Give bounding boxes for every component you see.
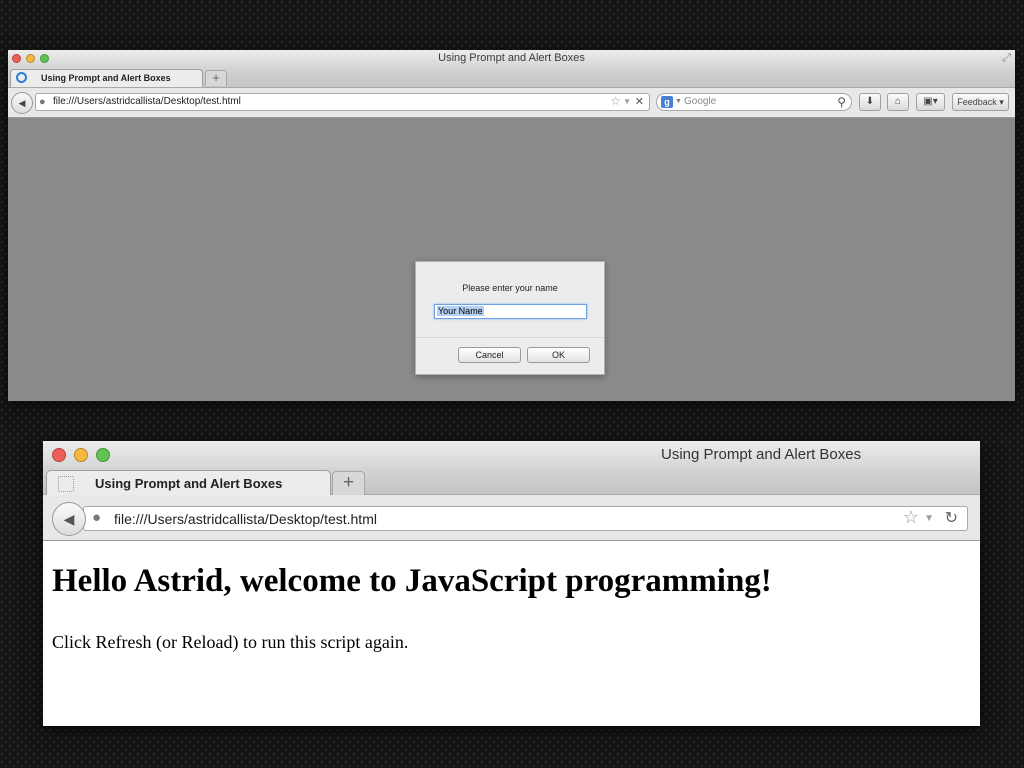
search-input[interactable]: Google — [684, 96, 716, 107]
address-bar[interactable]: ● file:///Users/astridcallista/Desktop/t… — [35, 93, 650, 111]
bookmark-star-icon[interactable]: ☆ — [903, 507, 919, 528]
browser-window-prompt: Using Prompt and Alert Boxes ⤢ Using Pro… — [8, 50, 1015, 401]
history-dropdown-icon[interactable]: ▼ — [924, 513, 934, 524]
search-icon[interactable]: ⚲ — [837, 95, 846, 109]
minimize-button[interactable] — [74, 448, 88, 462]
new-tab-button[interactable]: + — [205, 70, 227, 86]
home-button[interactable]: ⌂ — [887, 93, 909, 111]
title-bar: Using Prompt and Alert Boxes — [43, 441, 980, 468]
prompt-message: Please enter your name — [462, 283, 558, 293]
zoom-button[interactable] — [96, 448, 110, 462]
home-icon: ⌂ — [894, 96, 902, 107]
window-title: Using Prompt and Alert Boxes — [661, 446, 862, 463]
back-arrow-icon: ◀ — [18, 98, 26, 108]
tab-bar: Using Prompt and Alert Boxes + — [43, 468, 980, 495]
tab-bar: Using Prompt and Alert Boxes + — [8, 67, 1015, 88]
back-button[interactable]: ◀ — [52, 502, 86, 536]
cancel-button[interactable]: Cancel — [458, 347, 521, 363]
close-button[interactable] — [52, 448, 66, 462]
tab-label: Using Prompt and Alert Boxes — [41, 73, 171, 83]
search-engine-dropdown-icon[interactable]: ▼ — [675, 98, 682, 105]
page-content: Hello Astrid, welcome to JavaScript prog… — [43, 541, 980, 726]
page-heading: Hello Astrid, welcome to JavaScript prog… — [52, 563, 772, 599]
downloads-button[interactable]: ⬇ — [859, 93, 881, 111]
globe-icon: ● — [39, 96, 46, 108]
fullscreen-icon[interactable]: ⤢ — [1002, 52, 1011, 65]
name-input-value: Your Name — [437, 306, 484, 316]
prompt-dialog: Please enter your name Your Name Cancel … — [415, 261, 605, 375]
navigation-toolbar: ● file:///Users/astridcallista/Desktop/t… — [43, 495, 980, 541]
loading-icon — [16, 72, 27, 83]
tab-label: Using Prompt and Alert Boxes — [95, 476, 283, 491]
reload-icon[interactable]: ↻ — [945, 508, 958, 528]
name-input[interactable]: Your Name — [434, 304, 587, 319]
window-title: Using Prompt and Alert Boxes — [438, 52, 585, 64]
page-paragraph: Click Refresh (or Reload) to run this sc… — [52, 632, 409, 652]
url-text: file:///Users/astridcallista/Desktop/tes… — [53, 96, 241, 107]
feedback-dropdown-icon: ▾ — [999, 97, 1004, 107]
back-button[interactable]: ◀ — [11, 92, 33, 114]
window-controls — [52, 448, 110, 462]
tab-active[interactable]: Using Prompt and Alert Boxes — [46, 470, 331, 495]
search-box[interactable]: g ▼ Google ⚲ — [656, 93, 852, 111]
ok-button[interactable]: OK — [527, 347, 590, 363]
bookmark-star-icon[interactable]: ☆ — [610, 94, 621, 108]
browser-window-result: Using Prompt and Alert Boxes Using Promp… — [43, 441, 980, 726]
url-text: file:///Users/astridcallista/Desktop/tes… — [114, 511, 377, 527]
history-dropdown-icon[interactable]: ▼ — [623, 97, 631, 106]
feedback-label: Feedback — [957, 97, 997, 107]
stop-icon[interactable]: ✕ — [635, 95, 644, 108]
dialog-divider — [416, 337, 604, 338]
tab-active[interactable]: Using Prompt and Alert Boxes — [10, 69, 203, 87]
addons-button[interactable]: ▣▾ — [916, 93, 945, 111]
puzzle-icon: ▣▾ — [923, 96, 938, 107]
google-logo-icon[interactable]: g — [661, 96, 673, 108]
download-arrow-icon: ⬇ — [865, 96, 875, 107]
feedback-button[interactable]: Feedback ▾ — [952, 93, 1009, 111]
globe-icon: ● — [92, 509, 102, 526]
page-favicon-icon — [58, 476, 74, 492]
title-bar: Using Prompt and Alert Boxes ⤢ — [8, 50, 1015, 67]
navigation-toolbar: ◀ ● file:///Users/astridcallista/Desktop… — [8, 88, 1015, 118]
new-tab-button[interactable]: + — [332, 471, 365, 495]
address-bar[interactable]: ● file:///Users/astridcallista/Desktop/t… — [83, 506, 968, 531]
back-arrow-icon: ◀ — [63, 511, 75, 527]
